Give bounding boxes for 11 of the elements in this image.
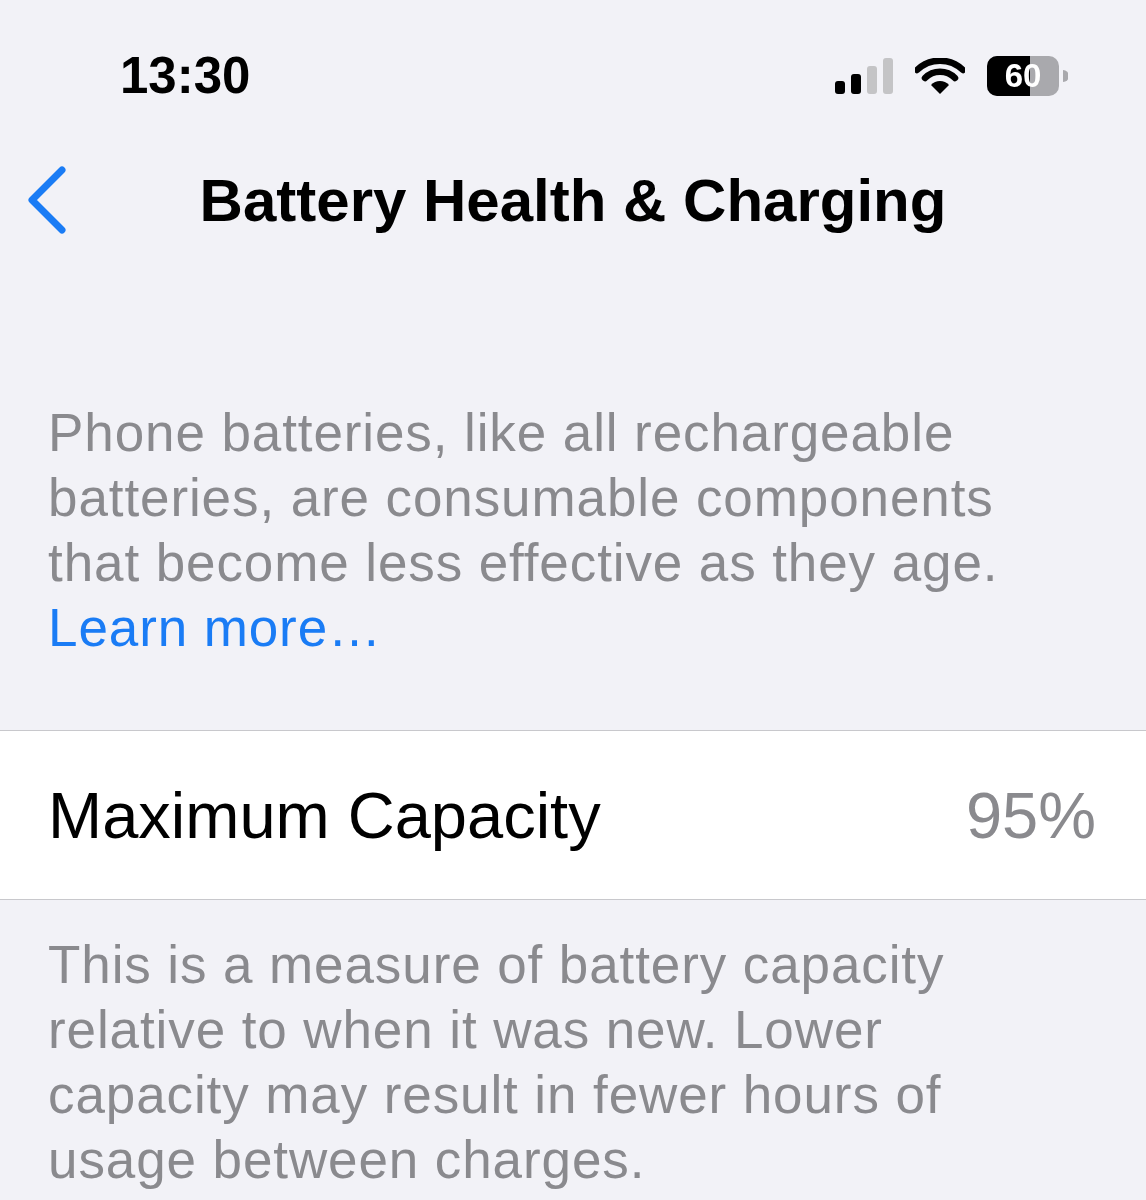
page-title: Battery Health & Charging (199, 165, 947, 235)
wifi-icon (915, 58, 965, 94)
back-button[interactable] (26, 165, 68, 235)
learn-more-link[interactable]: Learn more… (48, 598, 382, 657)
maximum-capacity-value: 95% (965, 777, 1096, 853)
status-time: 13:30 (120, 50, 251, 102)
capacity-description: This is a measure of battery capacity relative to when it was new. Lower capacity may result in fewer hours of usage between charges. (48, 934, 946, 1191)
battery-info-text: Phone batteries, like all rechargeable batteries, are consumable components that become less effective as they age. Learn more… (48, 402, 1000, 659)
chevron-left-icon (26, 165, 68, 235)
signal-icon (835, 58, 893, 94)
maximum-capacity-label: Maximum Capacity (48, 777, 601, 853)
